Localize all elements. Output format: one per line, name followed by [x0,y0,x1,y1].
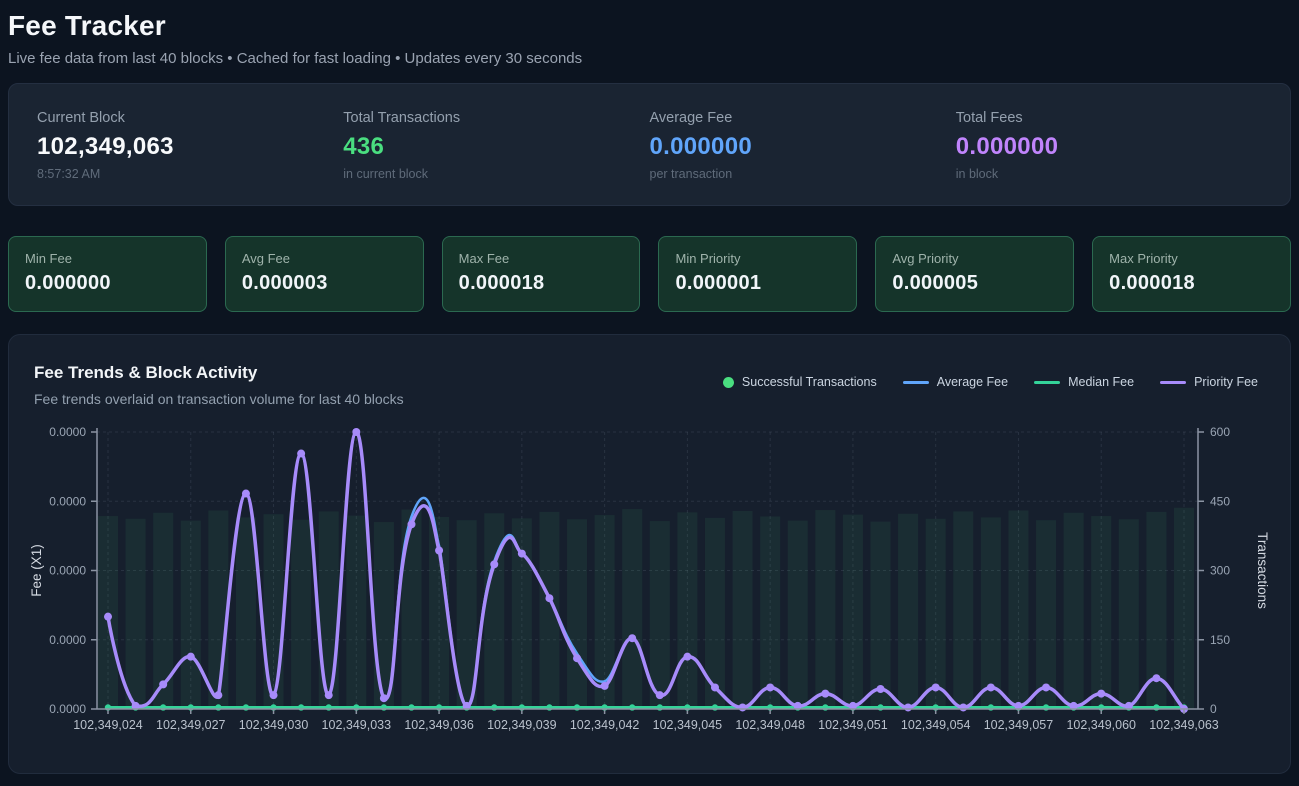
svg-text:102,349,060: 102,349,060 [1066,718,1136,732]
fee-card-min-priority: Min Priority 0.000001 [658,236,857,312]
fee-card-label: Avg Fee [242,251,407,266]
chart-header: Fee Trends & Block Activity Fee trends o… [34,363,404,407]
legend-label: Successful Transactions [742,375,877,389]
svg-text:102,349,051: 102,349,051 [818,718,888,732]
stat-total-fees: Total Fees 0.000000 in block [956,110,1262,181]
stat-label: Current Block [37,110,343,126]
svg-text:102,349,048: 102,349,048 [735,718,805,732]
stat-value: 436 [343,133,649,161]
stat-value: 102,349,063 [37,133,343,161]
fee-card-value: 0.000018 [1109,272,1274,295]
stat-value: 0.000000 [956,133,1262,161]
fee-axis-title: Fee (X1) [29,544,44,597]
legend-line-icon [1160,381,1186,384]
stat-label: Average Fee [650,110,956,126]
legend-dot-icon [723,377,734,388]
legend-label: Average Fee [937,375,1008,389]
fee-card-label: Max Fee [459,251,624,266]
chart-legend: Successful Transactions Average Fee Medi… [723,375,1258,389]
fee-card-value: 0.000001 [675,272,840,295]
fee-card-label: Min Fee [25,251,190,266]
stat-label: Total Fees [956,110,1262,126]
svg-text:102,349,030: 102,349,030 [239,718,309,732]
svg-text:102,349,033: 102,349,033 [322,718,392,732]
legend-line-icon [1034,381,1060,384]
svg-text:102,349,063: 102,349,063 [1149,718,1219,732]
legend-line-icon [903,381,929,384]
fee-card-value: 0.000018 [459,272,624,295]
fee-card-max-fee: Max Fee 0.000018 [442,236,641,312]
svg-text:0.0000: 0.0000 [49,702,86,716]
stat-label: Total Transactions [343,110,649,126]
fee-card-avg-fee: Avg Fee 0.000003 [225,236,424,312]
svg-text:102,349,039: 102,349,039 [487,718,557,732]
stat-average-fee: Average Fee 0.000000 per transaction [650,110,956,181]
svg-text:102,349,027: 102,349,027 [156,718,226,732]
stat-value: 0.000000 [650,133,956,161]
stat-sub: in current block [343,167,649,181]
fee-card-value: 0.000005 [892,272,1057,295]
svg-text:102,349,057: 102,349,057 [984,718,1054,732]
svg-text:102,349,036: 102,349,036 [404,718,474,732]
svg-text:0.0000: 0.0000 [49,425,86,439]
legend-item-priority-fee[interactable]: Priority Fee [1160,375,1258,389]
svg-text:150: 150 [1210,633,1230,647]
svg-text:300: 300 [1210,564,1230,578]
svg-text:0: 0 [1210,702,1217,716]
chart-subtitle: Fee trends overlaid on transaction volum… [34,391,404,407]
fee-card-min-fee: Min Fee 0.000000 [8,236,207,312]
stat-current-block: Current Block 102,349,063 8:57:32 AM [37,110,343,181]
fee-card-label: Max Priority [1109,251,1274,266]
stat-sub: 8:57:32 AM [37,167,343,181]
chart-gridlines [97,432,1198,709]
svg-text:0.0000: 0.0000 [49,494,86,508]
fee-card-value: 0.000000 [25,272,190,295]
chart-panel: Fee Trends & Block Activity Fee trends o… [8,334,1291,774]
fee-card-max-priority: Max Priority 0.000018 [1092,236,1291,312]
stats-panel: Current Block 102,349,063 8:57:32 AM Tot… [8,83,1291,206]
transactions-axis-title: Transactions [1255,532,1270,609]
svg-text:102,349,045: 102,349,045 [653,718,723,732]
fee-summary-row: Min Fee 0.000000 Avg Fee 0.000003 Max Fe… [8,236,1291,312]
svg-text:0.0000: 0.0000 [49,564,86,578]
page-subtitle: Live fee data from last 40 blocks • Cach… [8,50,1291,67]
legend-label: Priority Fee [1194,375,1258,389]
svg-text:102,349,042: 102,349,042 [570,718,640,732]
legend-item-median-fee[interactable]: Median Fee [1034,375,1134,389]
chart-title: Fee Trends & Block Activity [34,363,404,383]
fee-card-value: 0.000003 [242,272,407,295]
stat-total-transactions: Total Transactions 436 in current block [343,110,649,181]
fee-card-avg-priority: Avg Priority 0.000005 [875,236,1074,312]
fee-card-label: Min Priority [675,251,840,266]
svg-text:600: 600 [1210,425,1230,439]
svg-text:102,349,024: 102,349,024 [73,718,143,732]
page-title: Fee Tracker [8,10,1291,42]
legend-item-successful-transactions[interactable]: Successful Transactions [723,375,877,389]
svg-text:102,349,054: 102,349,054 [901,718,971,732]
stat-sub: in block [956,167,1262,181]
stat-sub: per transaction [650,167,956,181]
svg-text:450: 450 [1210,494,1230,508]
legend-label: Median Fee [1068,375,1134,389]
fee-card-label: Avg Priority [892,251,1057,266]
legend-item-average-fee[interactable]: Average Fee [903,375,1008,389]
svg-text:0.0000: 0.0000 [49,633,86,647]
